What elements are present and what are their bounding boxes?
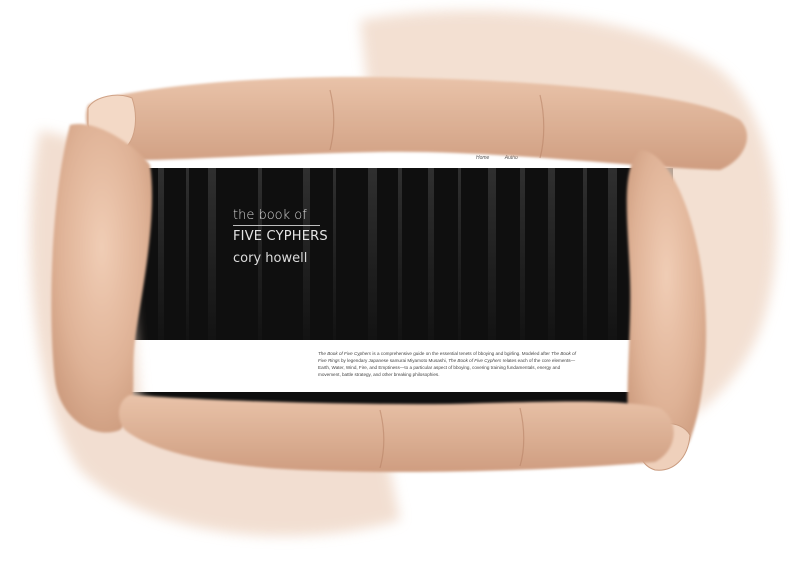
photo-scene: Home Autho the book of FIVE CYPHERS cory… — [0, 0, 800, 563]
hands-frame — [30, 10, 777, 536]
right-hand-back — [360, 10, 777, 431]
